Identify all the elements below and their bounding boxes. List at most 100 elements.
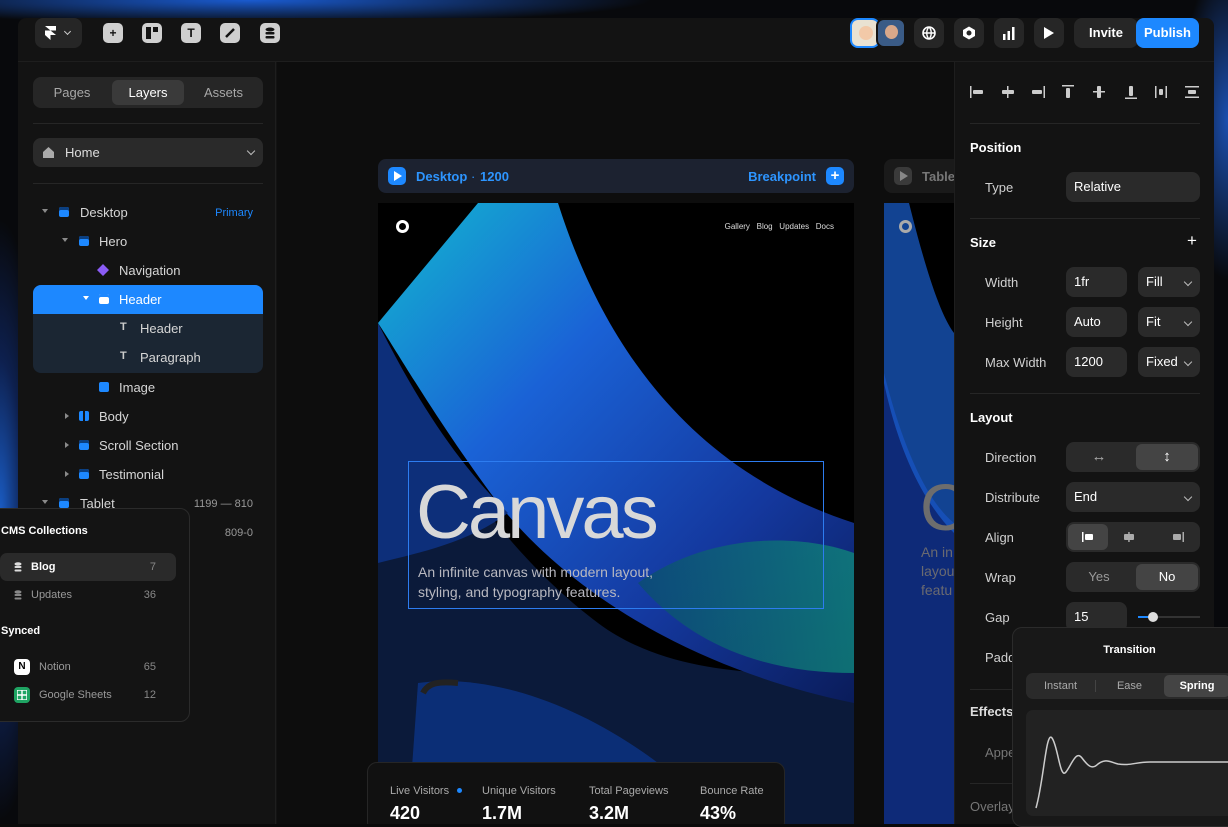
chevron-down-icon bbox=[64, 28, 71, 35]
nav-link[interactable]: Updates bbox=[779, 222, 809, 231]
columns-icon bbox=[79, 411, 89, 421]
height-value: Auto bbox=[1074, 314, 1101, 329]
tab-assets[interactable]: Assets bbox=[188, 80, 259, 105]
align-start-icon[interactable] bbox=[1068, 524, 1108, 550]
transition-option-instant[interactable]: Instant bbox=[1026, 680, 1095, 692]
avatar[interactable] bbox=[876, 18, 906, 48]
menu-button[interactable] bbox=[35, 18, 82, 48]
toolbar: + T Invite Publish bbox=[18, 18, 1214, 62]
nav-link[interactable]: Docs bbox=[816, 222, 834, 231]
layer-image[interactable]: Image bbox=[33, 373, 263, 402]
tab-layers[interactable]: Layers bbox=[112, 80, 184, 105]
distribute-v-icon[interactable] bbox=[1185, 86, 1199, 98]
max-width-label: Max Width bbox=[985, 355, 1046, 370]
add-icon[interactable]: + bbox=[1187, 231, 1197, 251]
gap-slider[interactable] bbox=[1138, 616, 1200, 618]
tab-pages[interactable]: Pages bbox=[37, 80, 107, 105]
page-select[interactable]: Home bbox=[33, 138, 263, 167]
align-bottom-icon[interactable] bbox=[1125, 85, 1137, 99]
width-mode-select[interactable]: Fill bbox=[1138, 267, 1200, 297]
stat-label: Unique Visitors bbox=[482, 785, 556, 797]
gap-value: 15 bbox=[1074, 609, 1088, 624]
layer-desktop[interactable]: Desktop Primary bbox=[33, 198, 263, 227]
settings-icon[interactable] bbox=[954, 18, 984, 48]
breakpoint-button[interactable]: Breakpoint bbox=[748, 169, 816, 184]
nav-link[interactable]: Gallery bbox=[725, 222, 750, 231]
height-mode-select[interactable]: Fit bbox=[1138, 307, 1200, 337]
invite-button[interactable]: Invite bbox=[1074, 18, 1138, 48]
cms-item-blog[interactable]: Blog 7 bbox=[0, 553, 176, 581]
distribute-h-icon[interactable] bbox=[1155, 86, 1167, 98]
layer-scroll-section[interactable]: Scroll Section bbox=[33, 431, 263, 460]
align-center-v-icon[interactable] bbox=[1093, 85, 1105, 99]
max-width-input[interactable]: 1200 bbox=[1066, 347, 1127, 377]
distribute-select[interactable]: End bbox=[1066, 482, 1200, 512]
position-type-select[interactable]: Relative bbox=[1066, 172, 1200, 202]
transition-option-spring[interactable]: Spring bbox=[1164, 675, 1228, 697]
horizontal-arrow-icon[interactable]: ↔ bbox=[1066, 442, 1132, 472]
logo-icon bbox=[44, 26, 57, 40]
add-breakpoint-button[interactable]: + bbox=[826, 167, 844, 185]
chevron-down-icon bbox=[247, 147, 255, 155]
tablet-frame[interactable]: C An in layou featu bbox=[884, 203, 954, 824]
play-icon[interactable] bbox=[894, 167, 912, 185]
hero-subtitle: An infinite canvas with modern layout, s… bbox=[418, 562, 698, 602]
max-width-mode-select[interactable]: Fixed bbox=[1138, 347, 1200, 377]
notion-icon: N bbox=[14, 659, 30, 675]
wrap-yes-option[interactable]: Yes bbox=[1066, 562, 1132, 592]
cms-item-count: 7 bbox=[150, 561, 156, 573]
layer-header-text[interactable]: T Header bbox=[33, 314, 263, 343]
publish-button[interactable]: Publish bbox=[1136, 18, 1199, 48]
site-logo bbox=[396, 220, 409, 233]
align-end-icon[interactable] bbox=[1172, 532, 1184, 542]
slider-thumb[interactable] bbox=[1148, 612, 1158, 622]
layer-hero[interactable]: Hero bbox=[33, 227, 263, 256]
cms-item-updates[interactable]: Updates 36 bbox=[0, 581, 176, 609]
layer-header-selected[interactable]: Header bbox=[33, 285, 263, 314]
synced-item-google-sheets[interactable]: Google Sheets 12 bbox=[0, 681, 176, 709]
position-type-value: Relative bbox=[1074, 179, 1121, 194]
wrap-no-option[interactable]: No bbox=[1136, 564, 1198, 590]
globe-icon[interactable] bbox=[914, 18, 944, 48]
layer-paragraph[interactable]: T Paragraph bbox=[33, 343, 263, 372]
add-icon[interactable]: + bbox=[103, 23, 123, 43]
sheets-icon bbox=[14, 687, 30, 703]
align-center-icon[interactable] bbox=[1123, 532, 1135, 542]
pen-icon[interactable] bbox=[220, 23, 240, 43]
layer-navigation[interactable]: Navigation bbox=[33, 256, 263, 285]
layer-label: Paragraph bbox=[140, 350, 201, 365]
database-icon[interactable] bbox=[260, 23, 280, 43]
layer-testimonial[interactable]: Testimonial bbox=[33, 460, 263, 489]
transition-option-ease[interactable]: Ease bbox=[1096, 680, 1163, 692]
layer-body[interactable]: Body bbox=[33, 402, 263, 431]
canvas[interactable]: Desktop · 1200 Breakpoint + Gallery Blog… bbox=[277, 62, 954, 824]
align-left-icon[interactable] bbox=[970, 86, 984, 98]
play-icon[interactable] bbox=[388, 167, 406, 185]
nav-link[interactable]: Blog bbox=[757, 222, 773, 231]
section-title-position: Position bbox=[970, 140, 1021, 155]
home-icon bbox=[43, 147, 54, 158]
analytics-icon[interactable] bbox=[994, 18, 1024, 48]
desktop-breakpoint-bar[interactable]: Desktop · 1200 Breakpoint + bbox=[378, 159, 854, 193]
image-icon bbox=[99, 382, 109, 392]
live-dot bbox=[457, 788, 462, 793]
vertical-arrow-icon[interactable]: ↕ bbox=[1136, 444, 1198, 470]
layout-icon[interactable] bbox=[142, 23, 162, 43]
text-icon[interactable]: T bbox=[181, 23, 201, 43]
hero-title: C bbox=[920, 469, 954, 545]
cms-title: CMS Collections bbox=[1, 525, 88, 537]
text-icon: T bbox=[120, 321, 127, 333]
align-center-h-icon[interactable] bbox=[1001, 86, 1015, 98]
width-input[interactable]: 1fr bbox=[1066, 267, 1127, 297]
wrap-label: Wrap bbox=[985, 570, 1016, 585]
align-right-icon[interactable] bbox=[1031, 86, 1045, 98]
align-top-icon[interactable] bbox=[1062, 85, 1074, 99]
cms-item-label: Updates bbox=[31, 589, 72, 601]
align-toggle bbox=[1066, 522, 1200, 552]
desktop-frame[interactable]: Gallery Blog Updates Docs Canvas An infi… bbox=[378, 203, 854, 824]
breakpoint-badge: 809-0 bbox=[225, 527, 253, 539]
height-input[interactable]: Auto bbox=[1066, 307, 1127, 337]
synced-item-notion[interactable]: N Notion 65 bbox=[0, 653, 176, 681]
direction-label: Direction bbox=[985, 450, 1036, 465]
play-icon[interactable] bbox=[1034, 18, 1064, 48]
